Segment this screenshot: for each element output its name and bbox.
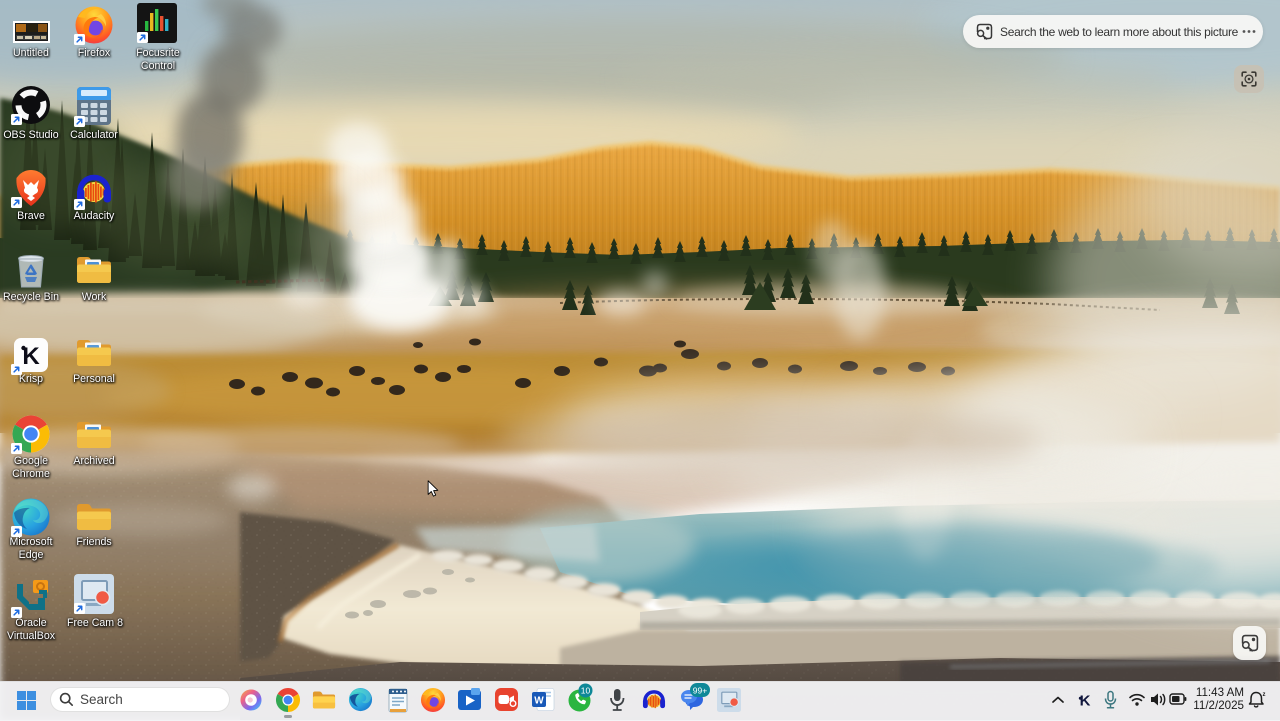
svg-text:z: z bbox=[1263, 692, 1266, 698]
svg-text:W: W bbox=[534, 696, 544, 707]
svg-text:99+: 99+ bbox=[693, 686, 707, 696]
svg-text:10: 10 bbox=[581, 686, 591, 696]
svg-text:K: K bbox=[1080, 693, 1091, 710]
